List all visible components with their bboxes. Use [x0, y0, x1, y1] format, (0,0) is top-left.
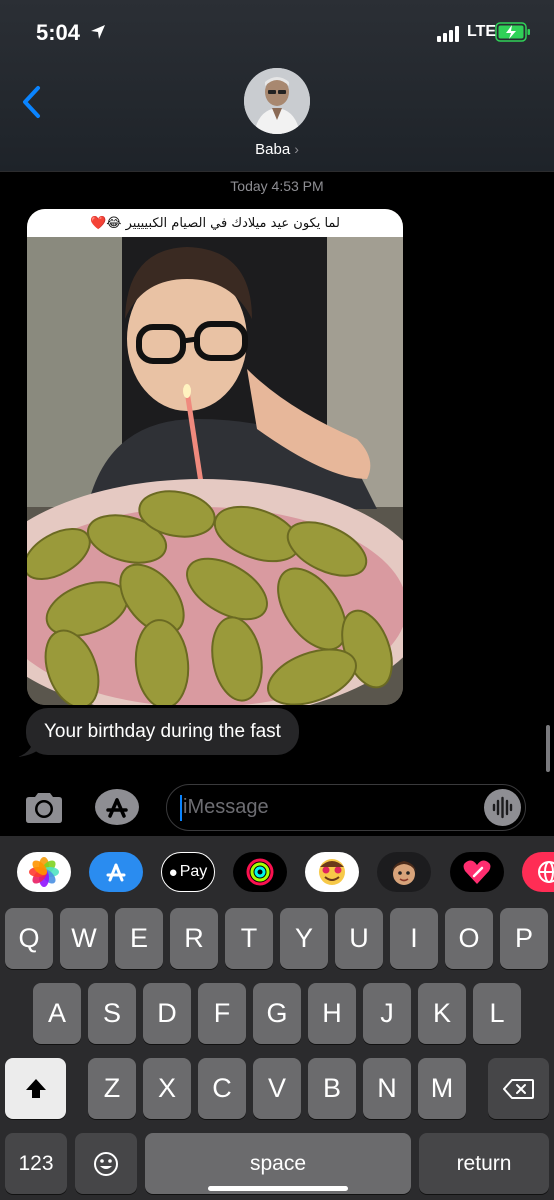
key-f[interactable]: F: [198, 983, 246, 1044]
key-i[interactable]: I: [390, 908, 438, 969]
apple-pay-icon[interactable]: ● Pay: [161, 852, 215, 892]
delete-key[interactable]: [488, 1058, 549, 1119]
numbers-key[interactable]: 123: [5, 1133, 67, 1194]
network-type: LTE: [467, 23, 497, 40]
key-s[interactable]: S: [88, 983, 136, 1044]
key-r[interactable]: R: [170, 908, 218, 969]
camera-icon[interactable]: [22, 790, 66, 826]
key-j[interactable]: J: [363, 983, 411, 1044]
key-b[interactable]: B: [308, 1058, 356, 1119]
key-o[interactable]: O: [445, 908, 493, 969]
key-n[interactable]: N: [363, 1058, 411, 1119]
key-e[interactable]: E: [115, 908, 163, 969]
signal-icon: [437, 26, 463, 42]
key-z[interactable]: Z: [88, 1058, 136, 1119]
imessage-app-drawer: ● Pay: [0, 838, 554, 908]
text-caret: [180, 795, 182, 821]
key-w[interactable]: W: [60, 908, 108, 969]
contact-name-button[interactable]: Baba ›: [0, 141, 554, 158]
key-x[interactable]: X: [143, 1058, 191, 1119]
photo-caption-text: لما يكون عيد ميلادك في الصيام الكبيييير …: [90, 215, 340, 231]
shift-arrow-icon: [25, 1078, 46, 1098]
key-m[interactable]: M: [418, 1058, 466, 1119]
home-indicator[interactable]: [208, 1186, 348, 1191]
contact-avatar[interactable]: [244, 68, 310, 134]
key-y[interactable]: Y: [280, 908, 328, 969]
key-a[interactable]: A: [33, 983, 81, 1044]
shift-key[interactable]: [5, 1058, 66, 1119]
key-k[interactable]: K: [418, 983, 466, 1044]
backspace-icon: [502, 1078, 534, 1099]
imessage-input[interactable]: [166, 784, 526, 831]
battery-charging-icon: [495, 22, 530, 42]
globe-app-icon[interactable]: [522, 852, 554, 892]
received-message-bubble[interactable]: Your birthday during the fast: [26, 708, 299, 755]
key-h[interactable]: H: [308, 983, 356, 1044]
photos-app-icon[interactable]: [17, 852, 71, 892]
apple-pay-label: Pay: [179, 863, 208, 880]
activity-icon[interactable]: [233, 852, 287, 892]
key-v[interactable]: V: [253, 1058, 301, 1119]
key-d[interactable]: D: [143, 983, 191, 1044]
chevron-right-icon: ›: [294, 141, 299, 157]
key-t[interactable]: T: [225, 908, 273, 969]
return-key[interactable]: return: [419, 1133, 549, 1194]
memoji-stickers-icon[interactable]: [305, 852, 359, 892]
animoji-icon[interactable]: [377, 852, 431, 892]
digital-touch-icon[interactable]: [450, 852, 504, 892]
key-p[interactable]: P: [500, 908, 548, 969]
space-key[interactable]: space: [145, 1133, 411, 1194]
app-store-icon[interactable]: [89, 852, 143, 892]
audio-message-button[interactable]: [484, 789, 521, 826]
status-time: 5:04: [36, 20, 81, 45]
back-chevron-icon[interactable]: [18, 84, 46, 120]
status-bar: 5:04 LTE: [0, 0, 554, 66]
key-l[interactable]: L: [473, 983, 521, 1044]
contact-name: Baba: [255, 141, 291, 158]
message-photo[interactable]: لما يكون عيد ميلادك في الصيام الكبيييير …: [27, 209, 403, 705]
app-store-button-icon[interactable]: [94, 788, 140, 826]
message-timestamp: Today 4:53 PM: [230, 178, 324, 194]
key-c[interactable]: C: [198, 1058, 246, 1119]
scroll-indicator[interactable]: [546, 725, 550, 772]
location-arrow-icon: [91, 25, 105, 39]
key-g[interactable]: G: [253, 983, 301, 1044]
key-q[interactable]: Q: [5, 908, 53, 969]
message-text: Your birthday during the fast: [44, 720, 281, 742]
key-u[interactable]: U: [335, 908, 383, 969]
emoji-key[interactable]: [75, 1133, 137, 1194]
conversation-header: 5:04 LTE Baba ›: [0, 0, 554, 172]
emoji-smiley-icon: [94, 1151, 118, 1176]
waveform-icon: [492, 796, 513, 819]
